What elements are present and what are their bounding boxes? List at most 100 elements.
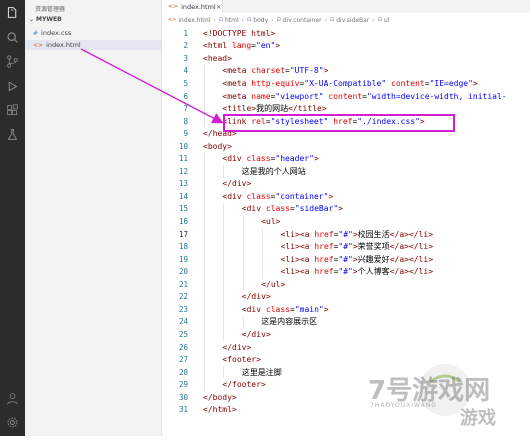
- code-token: charset: [251, 66, 286, 76]
- code-line[interactable]: 15 <div class="sideBar">: [162, 202, 530, 216]
- line-number: 9: [183, 129, 188, 139]
- code-token: </div>: [241, 329, 271, 339]
- code-line[interactable]: 22 </div>: [162, 290, 530, 304]
- code-token: lang: [231, 41, 252, 51]
- code-token: class: [246, 191, 271, 201]
- code-text: <html lang="en">: [203, 41, 280, 50]
- code-text: </div>: [242, 330, 271, 339]
- breadcrumb-label: div.container: [282, 16, 322, 24]
- indent-guide: [204, 340, 205, 354]
- search-icon[interactable]: [6, 31, 19, 44]
- code-token: <body>: [203, 141, 232, 151]
- run-debug-icon[interactable]: [6, 80, 19, 93]
- file-item-index-css[interactable]: # index.css: [25, 28, 161, 38]
- css-file-icon: #: [33, 29, 39, 37]
- line-number: 15: [178, 204, 188, 214]
- code-token: 这是内容展示区: [261, 317, 318, 327]
- indent-guide: [223, 252, 225, 266]
- line-number: 21: [178, 279, 188, 289]
- breadcrumb-item[interactable]: ⊡ div.sideBar: [330, 17, 369, 24]
- code-token: <head>: [203, 53, 232, 63]
- line-number: 2: [183, 41, 188, 51]
- html-file-icon: <>: [33, 41, 44, 49]
- line-number: 1: [183, 28, 188, 38]
- code-line[interactable]: 13 </div>: [162, 177, 530, 191]
- line-number: 19: [178, 254, 188, 264]
- code-line[interactable]: 3 <head>: [162, 52, 530, 65]
- source-control-icon[interactable]: [6, 55, 19, 68]
- indent-guide: [204, 240, 205, 253]
- indent-guide: [223, 240, 225, 253]
- code-token: >: [313, 154, 319, 164]
- breadcrumb-item[interactable]: ⊡ body: [247, 17, 268, 24]
- line-number: 22: [178, 292, 188, 302]
- code-line[interactable]: 21 </ul>: [162, 278, 530, 291]
- breadcrumb-item[interactable]: <> index.html: [168, 17, 210, 24]
- breadcrumb-item[interactable]: ⊡ html: [219, 17, 239, 24]
- code-token: href: [314, 254, 334, 264]
- indent-guide: [204, 315, 205, 329]
- code-token: </a></li>: [389, 242, 434, 252]
- indent-guide: [262, 252, 264, 266]
- html-file-icon: <>: [168, 3, 179, 10]
- code-line[interactable]: 6 <meta name="viewport" content="width=de…: [162, 89, 530, 103]
- code-token: "header": [275, 154, 314, 164]
- code-line[interactable]: 24 这是内容展示区: [162, 315, 530, 329]
- code-line[interactable]: 17 <li><a href="#">校园生活</a></li>: [162, 227, 530, 241]
- code-line[interactable]: 25 </div>: [162, 328, 530, 341]
- code-text: <div class="header">: [222, 154, 318, 163]
- code-line[interactable]: 14 <div class="container">: [162, 190, 530, 203]
- code-token: </title>: [288, 104, 327, 114]
- code-line[interactable]: 20 <li><a href="#">个人博客</a></li>: [162, 265, 530, 278]
- breadcrumb-item[interactable]: ⊡ ul: [378, 17, 390, 24]
- code-text: <div class="sideBar">: [242, 204, 343, 213]
- code-token: </footer>: [222, 380, 266, 390]
- code-text: </ul>: [261, 280, 285, 289]
- indent-guide: [204, 190, 205, 203]
- tab-index-html[interactable]: <> index.html ×: [162, 0, 223, 13]
- code-line[interactable]: 1 <!DOCTYPE html>: [162, 27, 530, 40]
- indent-guide: [204, 102, 205, 115]
- indent-guide: [223, 365, 225, 379]
- code-line[interactable]: 5 <meta http-equiv="X-UA-Compatible" cont…: [162, 77, 530, 90]
- folder-myweb[interactable]: ⌄ MYWEB: [29, 16, 62, 23]
- account-icon[interactable]: [6, 392, 19, 405]
- code-token: >: [328, 191, 334, 201]
- explorer-icon[interactable]: [6, 6, 19, 19]
- indent-guide: [223, 290, 225, 304]
- element-icon: ⊡: [247, 17, 252, 23]
- line-number: 12: [178, 166, 188, 176]
- close-icon[interactable]: ×: [216, 3, 222, 11]
- code-token: "container": [275, 191, 329, 201]
- indent-guide: [242, 227, 244, 241]
- indent-guide: [204, 202, 205, 216]
- code-line[interactable]: 4 <meta charset="UTF-8">: [162, 64, 530, 78]
- code-line[interactable]: 23 <div class="main">: [162, 303, 530, 316]
- code-text: 这是内容展示区: [261, 316, 317, 327]
- indent-guide: [223, 227, 225, 241]
- indent-guide: [223, 215, 225, 228]
- code-line[interactable]: 18 <li><a href="#">荣誉奖项</a></li>: [162, 240, 530, 253]
- breadcrumb-item[interactable]: ⊡ div.container: [277, 17, 322, 24]
- code-token: </a></li>: [389, 267, 434, 277]
- code-line[interactable]: 2 <html lang="en">: [162, 40, 530, 53]
- code-line[interactable]: 7 <title>我的网站</title>: [162, 102, 530, 115]
- code-text: <div class="container">: [222, 192, 333, 201]
- html-file-icon: <>: [168, 17, 177, 23]
- test-flask-icon[interactable]: [6, 128, 19, 141]
- code-line[interactable]: 12 这是我的个人网站: [162, 165, 530, 178]
- line-number: 28: [178, 367, 188, 377]
- code-line[interactable]: 11 <div class="header">: [162, 152, 530, 166]
- line-number: 25: [178, 329, 188, 339]
- code-line[interactable]: 19 <li><a href="#">兴趣爱好</a></li>: [162, 252, 530, 266]
- code-token: <li><a: [280, 242, 315, 252]
- file-item-index-html[interactable]: <> index.html: [25, 40, 161, 50]
- code-token: <li><a: [280, 254, 315, 264]
- code-line[interactable]: 10 <body>: [162, 140, 530, 153]
- settings-gear-icon[interactable]: [6, 416, 19, 429]
- code-text: </body>: [203, 393, 237, 402]
- code-line[interactable]: 16 <ul>: [162, 215, 530, 228]
- code-text: </div>: [222, 179, 251, 188]
- code-text: <li><a href="#">校园生活</a></li>: [281, 229, 433, 240]
- extensions-icon[interactable]: [6, 104, 19, 117]
